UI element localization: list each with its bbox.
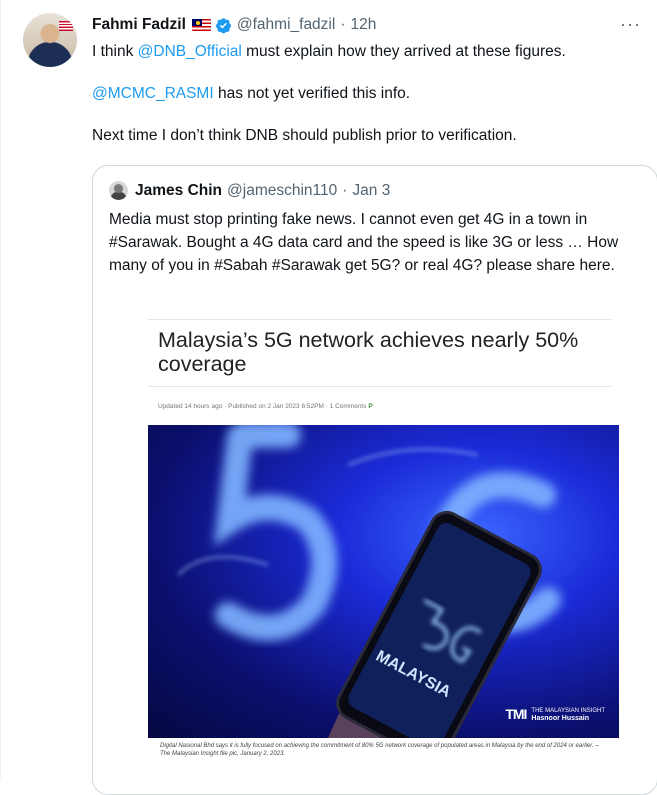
article-meta: Updated 14 hours ago · Published on 2 Ja… bbox=[158, 403, 373, 410]
text-segment: Next time I don’t think DNB should publi… bbox=[92, 127, 517, 144]
attached-article-image[interactable]: Malaysia’s 5G network achieves nearly 50… bbox=[133, 318, 623, 788]
article-photo: MALAYSIA TMI THE MALAYSIAN INSIGHT Hasno… bbox=[148, 425, 619, 738]
article-title: Malaysia’s 5G network achieves nearly 50… bbox=[158, 328, 579, 376]
separator-dot: · bbox=[342, 181, 348, 199]
more-options-icon[interactable]: ··· bbox=[620, 14, 641, 35]
text-segment: must explain how they arrived at these f… bbox=[241, 43, 566, 60]
quoted-tweet-text: Media must stop printing fake news. I ca… bbox=[109, 211, 619, 274]
tweet[interactable]: Fahmi Fadzil @fahmi_fadzil · 12h ··· I t… bbox=[0, 0, 657, 795]
malaysia-flag-icon bbox=[191, 19, 211, 31]
quoted-author-name: James Chin bbox=[135, 181, 223, 199]
article-meta-p: P bbox=[368, 403, 373, 410]
article-meta-text: Updated 14 hours ago · Published on 2 Ja… bbox=[158, 403, 367, 410]
quoted-tweet-date: Jan 3 bbox=[352, 181, 391, 199]
watermark-logo: TMI bbox=[505, 706, 527, 722]
watermark-line1: THE MALAYSIAN INSIGHT bbox=[531, 707, 605, 714]
author-name[interactable]: Fahmi Fadzil bbox=[92, 16, 186, 34]
text-segment: has not yet verified this info. bbox=[213, 85, 411, 102]
text-segment: I think bbox=[92, 43, 138, 60]
divider bbox=[148, 386, 611, 387]
separator-dot: · bbox=[340, 16, 346, 33]
mention-link-mcmc[interactable]: @MCMC_RASMI bbox=[92, 85, 214, 102]
quoted-tweet-header: James Chin @jameschin110 · Jan 3 bbox=[109, 181, 390, 200]
tweet-time[interactable]: 12h bbox=[351, 16, 377, 34]
divider bbox=[148, 319, 611, 320]
tweet-text: I think @DNB_Official must explain how t… bbox=[92, 41, 637, 167]
article-caption: Digital Nasional Bhd says it is fully fo… bbox=[160, 743, 599, 757]
watermark-line2: Hasnoor Hussain bbox=[531, 714, 589, 722]
quoted-author-avatar bbox=[109, 181, 128, 200]
tweet-header: Fahmi Fadzil @fahmi_fadzil · 12h bbox=[92, 16, 376, 34]
mention-link-dnb[interactable]: @DNB_Official bbox=[138, 43, 242, 60]
author-handle[interactable]: @fahmi_fadzil bbox=[237, 16, 335, 34]
verified-badge-icon bbox=[215, 17, 231, 33]
quoted-tweet[interactable]: James Chin @jameschin110 · Jan 3 Media m… bbox=[92, 165, 657, 795]
watermark: TMI THE MALAYSIAN INSIGHT Hasnoor Hussai… bbox=[505, 706, 605, 722]
quoted-author-handle: @jameschin110 bbox=[227, 181, 338, 199]
author-avatar[interactable] bbox=[23, 13, 77, 67]
phone-5g-illustration: MALAYSIA bbox=[177, 425, 561, 738]
